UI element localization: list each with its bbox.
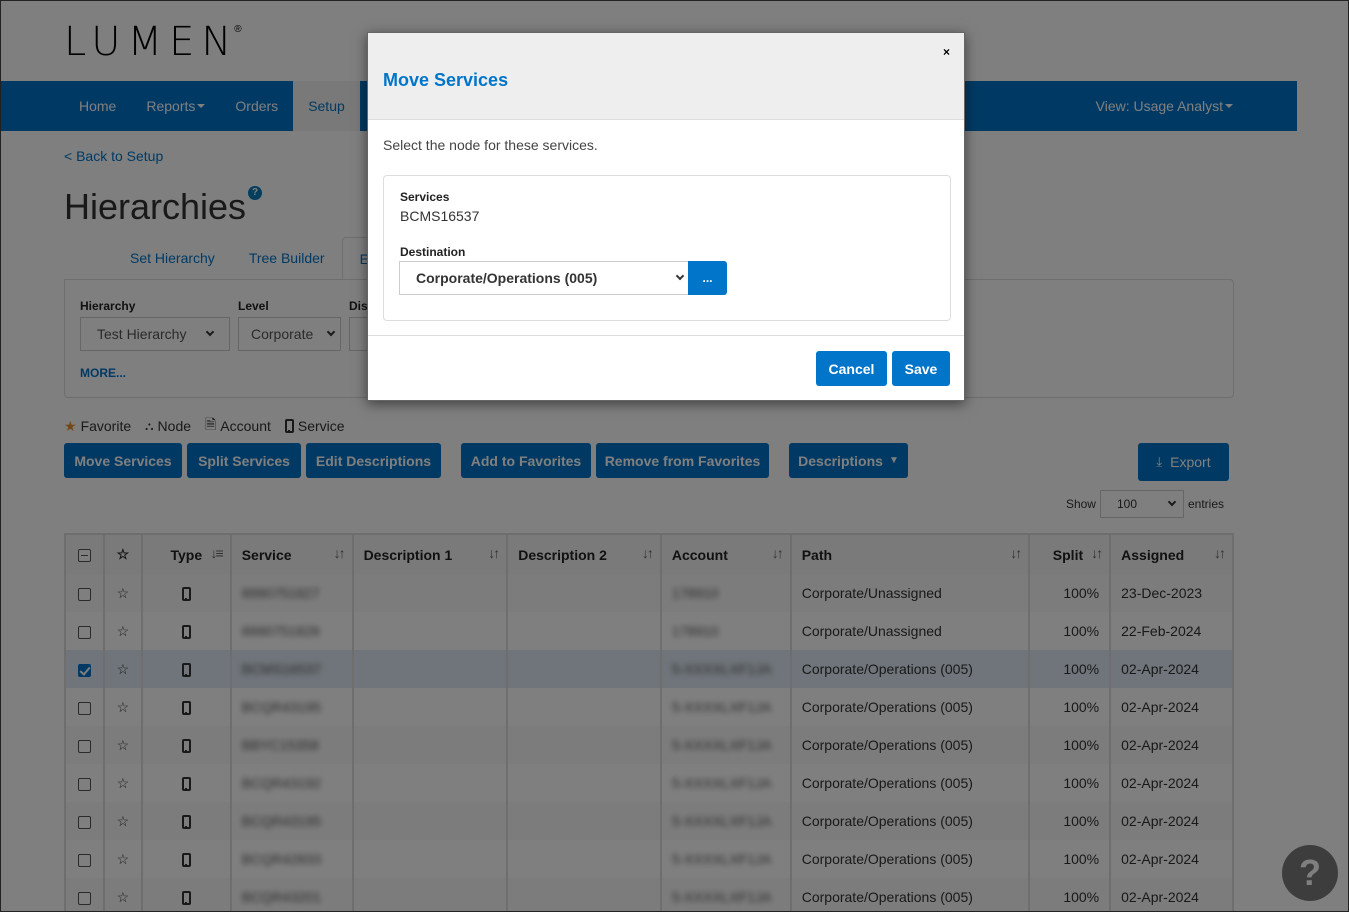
close-icon[interactable]: × xyxy=(943,45,950,59)
destination-select[interactable]: Corporate/Operations (005) xyxy=(399,261,689,295)
modal-intro-text: Select the node for these services. xyxy=(383,137,598,153)
browse-nodes-button[interactable]: ... xyxy=(688,261,727,295)
destination-label: Destination xyxy=(400,245,466,259)
services-value: BCMS16537 xyxy=(400,208,480,224)
move-form-panel: Services BCMS16537 Destination Corporate… xyxy=(383,175,951,321)
modal-footer-divider xyxy=(368,335,964,336)
chevron-down-icon xyxy=(675,271,685,281)
modal-title: Move Services xyxy=(383,70,509,90)
modal-header: Move Services × xyxy=(368,33,964,120)
save-button[interactable]: Save xyxy=(892,351,950,386)
cancel-button[interactable]: Cancel xyxy=(816,351,887,386)
services-label: Services xyxy=(400,190,450,204)
move-services-modal: Move Services × Select the node for thes… xyxy=(367,32,965,401)
destination-select-value: Corporate/Operations (005) xyxy=(416,270,598,286)
